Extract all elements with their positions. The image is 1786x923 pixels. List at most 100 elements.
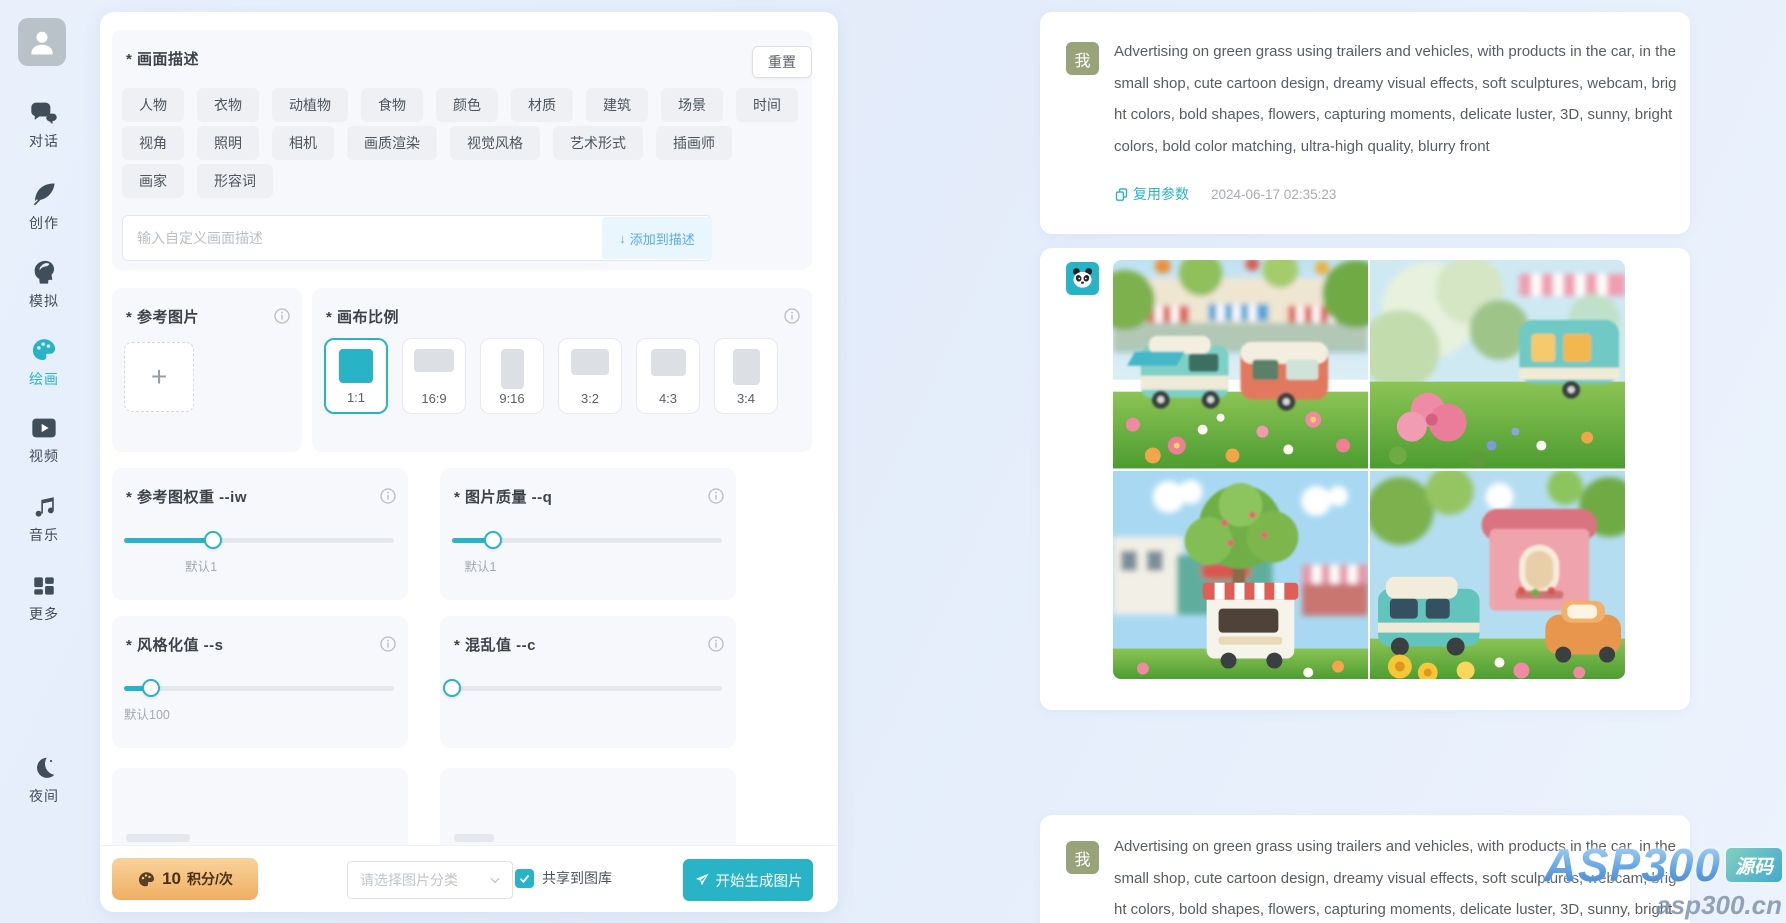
tag-chip[interactable]: 衣物 (197, 88, 259, 122)
checkbox-checked[interactable] (515, 868, 534, 888)
sidebar-item-chat[interactable]: 对话 (0, 100, 88, 151)
tag-chip[interactable]: 食物 (361, 88, 423, 122)
info-icon[interactable] (784, 308, 800, 324)
info-icon[interactable] (708, 636, 724, 652)
ratio-shape (500, 349, 524, 389)
slider-handle[interactable] (483, 531, 502, 549)
sidebar-item-night-mode[interactable]: 夜间 (0, 755, 88, 806)
ratio-label: 1:1 (346, 390, 366, 405)
bot-panda-avatar (1066, 262, 1099, 295)
cost-number: 10 (162, 869, 182, 888)
ratio-option-1-1[interactable]: 1:1 (324, 338, 388, 414)
generated-image[interactable] (1370, 260, 1625, 469)
ratio-option-9-16[interactable]: 9:16 (480, 338, 544, 414)
description-section: * 画面描述 重置 人物 衣物 动植物 食物 颜色 材质 建筑 场景 时间 视角 照明 相机 画质渲染视… (112, 30, 812, 270)
info-icon[interactable] (380, 488, 396, 504)
video-icon (32, 418, 56, 438)
generated-image[interactable] (1113, 260, 1368, 469)
tag-chip[interactable]: 画家 (122, 164, 184, 198)
ratio-shape (650, 349, 686, 376)
reference-title: * 参考图片 (126, 309, 200, 326)
slider-title: * 参考图权重 --iw (126, 489, 247, 506)
category-placeholder: 请选择图片分类 (360, 872, 458, 888)
person-icon (31, 31, 53, 55)
slider-default-hint: 默认1 (464, 560, 497, 574)
user-avatar[interactable] (18, 18, 66, 66)
tag-chip[interactable]: 艺术形式 (553, 126, 643, 160)
generated-image-grid (1113, 260, 1625, 679)
sidebar-item-simulate[interactable]: 模拟 (0, 258, 88, 311)
ratio-shape (414, 349, 454, 372)
stylize-slider[interactable] (124, 678, 394, 698)
sidebar-item-video[interactable]: 视频 (0, 415, 88, 466)
share-to-gallery-checkbox[interactable]: 共享到图库 (515, 868, 612, 888)
slider-handle[interactable] (204, 531, 223, 549)
slider-handle[interactable] (443, 679, 461, 697)
palette-icon (32, 339, 56, 361)
quality-slider-panel: * 图片质量 --q 默认1 (440, 468, 736, 600)
image-category-select[interactable]: 请选择图片分类 (347, 861, 513, 899)
info-icon[interactable] (708, 488, 724, 504)
ratio-option-16-9[interactable]: 16:9 (402, 338, 466, 414)
info-icon[interactable] (380, 636, 396, 652)
ratio-option-3-4[interactable]: 3:4 (714, 338, 778, 414)
slider-default-hint: 默认1 (185, 560, 218, 574)
chat-message-user: 我 Advertising on green grass using trail… (1040, 815, 1690, 923)
info-icon[interactable] (274, 308, 290, 324)
ratio-label: 3:4 (736, 391, 756, 406)
slider-handle[interactable] (142, 679, 160, 697)
down-arrow-icon: ↓ (619, 230, 626, 246)
message-actions: 复用参数 2024-06-17 02:35:23 (1114, 184, 1336, 204)
iw-slider[interactable] (124, 530, 394, 550)
reset-button[interactable]: 重置 (752, 46, 812, 78)
stylize-slider-panel: * 风格化值 --s 默认100 (112, 616, 408, 748)
upload-image-button[interactable]: + (124, 342, 194, 412)
ratio-title: * 画布比例 (326, 309, 400, 326)
tag-chip[interactable]: 插画师 (656, 126, 732, 160)
sidebar-item-create[interactable]: 创作 (0, 180, 88, 233)
tag-chip[interactable]: 动植物 (272, 88, 348, 122)
prompt-text: Advertising on green grass using trailer… (1114, 838, 1677, 918)
chat-message-bot (1040, 248, 1690, 710)
sidebar-label: 视频 (29, 448, 59, 464)
generation-panel: * 画面描述 重置 人物 衣物 动植物 食物 颜色 材质 建筑 场景 时间 视角 照明 相机 画质渲染视… (100, 12, 838, 912)
slider-title: * 混乱值 --c (454, 637, 537, 654)
cost-badge: 10 积分/次 (112, 858, 258, 900)
sidebar-item-draw[interactable]: 绘画 (0, 336, 88, 389)
tag-chip[interactable]: 相机 (272, 126, 334, 160)
generate-image-button[interactable]: 开始生成图片 (683, 859, 813, 901)
ratio-shape (339, 349, 373, 383)
ratio-options: 1:1 16:9 9:16 3:2 4:3 3:4 (324, 338, 778, 414)
add-to-description-button[interactable]: ↓ 添加到描述 (602, 217, 712, 259)
tag-chip[interactable]: 场景 (661, 88, 723, 122)
generation-footer: 10 积分/次 请选择图片分类 共享到图库 开始生成图片 (100, 845, 838, 912)
moon-icon (37, 757, 55, 778)
sidebar-label: 绘画 (29, 371, 59, 387)
ratio-label: 9:16 (499, 391, 525, 406)
ratio-option-4-3[interactable]: 4:3 (636, 338, 700, 414)
generated-image[interactable] (1113, 470, 1368, 679)
tag-chip[interactable]: 时间 (736, 88, 798, 122)
palette-cost-icon (139, 871, 155, 886)
sidebar-label: 模拟 (29, 293, 59, 309)
tag-chip[interactable]: 形容词 (197, 164, 273, 198)
tag-chip[interactable]: 画质渲染 (347, 126, 437, 160)
reuse-params-link[interactable]: 复用参数 (1114, 184, 1189, 204)
tag-chip[interactable]: 颜色 (436, 88, 498, 122)
sidebar-item-more[interactable]: 更多 (0, 573, 88, 624)
quality-slider[interactable] (452, 530, 722, 550)
tag-chip[interactable]: 人物 (122, 88, 184, 122)
watermark-badge: 源码 (1726, 848, 1782, 882)
tag-chip[interactable]: 材质 (511, 88, 573, 122)
tag-chip[interactable]: 照明 (197, 126, 259, 160)
sidebar-item-music[interactable]: 音乐 (0, 494, 88, 545)
head-icon (34, 260, 55, 284)
chaos-slider[interactable] (443, 678, 722, 698)
feather-icon (33, 183, 55, 206)
generated-image[interactable] (1370, 470, 1625, 679)
chaos-slider-panel: * 混乱值 --c (440, 616, 736, 748)
tag-chip[interactable]: 视角 (122, 126, 184, 160)
tag-chip[interactable]: 建筑 (586, 88, 648, 122)
tag-chip[interactable]: 视觉风格 (450, 126, 540, 160)
ratio-option-3-2[interactable]: 3:2 (558, 338, 622, 414)
